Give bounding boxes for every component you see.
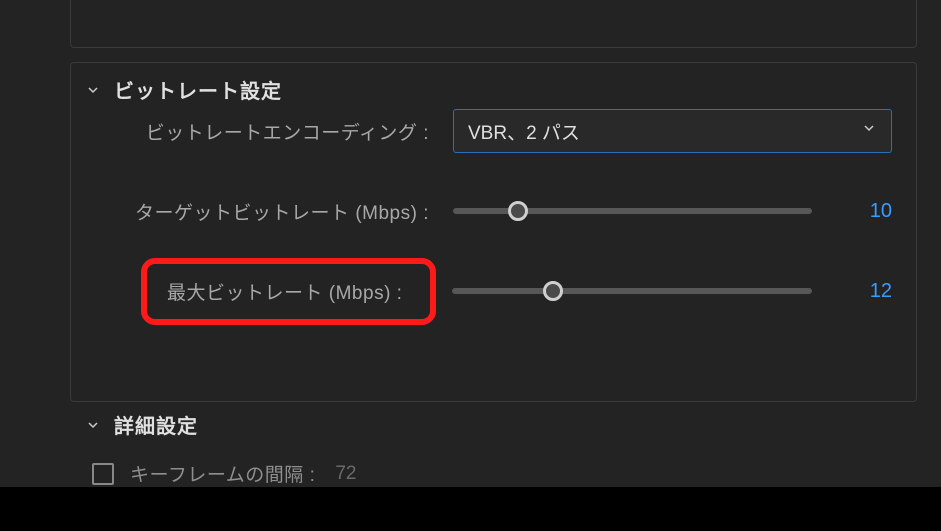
advanced-section-title: 詳細設定 [114,410,198,439]
previous-section-box [70,0,917,48]
max-bitrate-label: 最大ビットレート (Mbps) : [167,278,410,305]
chevron-down-icon [84,416,102,434]
settings-panel: ビットレートエンコーディング : VBR、2 パス ターゲットビットレート (M… [0,0,941,531]
slider-track[interactable] [453,208,812,214]
bitrate-encoding-label: ビットレートエンコーディング : [107,118,437,145]
keyframe-value: 72 [335,463,356,485]
target-bitrate-label: ターゲットビットレート (Mbps) : [107,198,437,225]
bitrate-section-header[interactable]: ビットレート設定 [74,75,292,104]
bitrate-section-title: ビットレート設定 [114,75,282,104]
highlight-annotation: 最大ビットレート (Mbps) : [141,258,436,325]
slider-track[interactable] [452,288,812,294]
bitrate-encoding-dropdown[interactable]: VBR、2 パス [453,109,892,153]
keyframe-checkbox[interactable] [92,463,114,485]
max-bitrate-value[interactable]: 12 [830,280,892,303]
bitrate-settings-box: ビットレートエンコーディング : VBR、2 パス ターゲットビットレート (M… [70,62,917,402]
target-bitrate-slider[interactable]: 10 [453,200,892,223]
advanced-section-header[interactable]: 詳細設定 [74,410,208,439]
max-bitrate-slider[interactable]: 12 [452,280,892,303]
keyframe-label: キーフレームの間隔 : [130,460,315,487]
slider-thumb[interactable] [543,281,563,301]
target-bitrate-row: ターゲットビットレート (Mbps) : 10 [71,171,916,251]
chevron-down-icon [84,81,102,99]
chevron-down-icon [861,120,877,142]
slider-thumb[interactable] [508,201,528,221]
keyframe-interval-row: キーフレームの間隔 : 72 [92,460,357,487]
bottom-cutoff [0,487,941,531]
max-bitrate-row: 最大ビットレート (Mbps) : 12 [71,251,916,331]
bitrate-encoding-value: VBR、2 パス [468,118,580,145]
target-bitrate-value[interactable]: 10 [830,200,892,223]
